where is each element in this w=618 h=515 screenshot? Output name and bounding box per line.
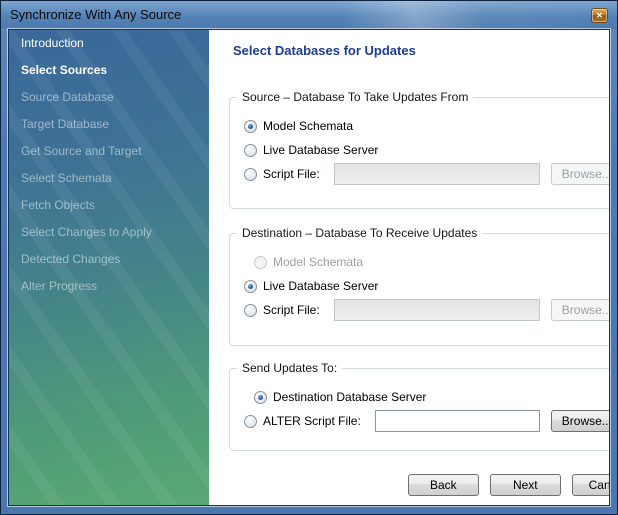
radio-destination-script-file[interactable] (244, 304, 257, 317)
option-row: ALTER Script File: Browse... (230, 409, 610, 433)
radio-source-live-database-server[interactable] (244, 144, 257, 157)
radio-label-live-database-server: Live Database Server (263, 279, 378, 293)
group-source: Source – Database To Take Updates From M… (229, 97, 610, 209)
radio-source-model-schemata[interactable] (244, 120, 257, 133)
group-send-updates-title: Send Updates To: (237, 361, 342, 375)
radio-label-alter-script-file: ALTER Script File: (263, 414, 361, 428)
group-destination: Destination – Database To Receive Update… (229, 233, 610, 346)
step-select-schemata: Select Schemata (9, 165, 209, 192)
radio-destination-model-schemata (254, 256, 267, 269)
option-row: Script File: Browse... (230, 298, 610, 322)
step-detected-changes: Detected Changes (9, 246, 209, 273)
page-title: Select Databases for Updates (233, 43, 610, 58)
destination-script-file-input (334, 299, 540, 321)
step-introduction: Introduction (9, 30, 209, 57)
option-row: Live Database Server (230, 274, 610, 298)
option-row: Model Schemata (230, 114, 610, 138)
alter-script-browse-button[interactable]: Browse... (551, 410, 610, 432)
radio-label-script-file: Script File: (263, 303, 320, 317)
window-title: Synchronize With Any Source (10, 7, 181, 22)
next-button[interactable]: Next (490, 474, 561, 496)
back-button[interactable]: Back (408, 474, 479, 496)
group-source-title: Source – Database To Take Updates From (237, 90, 473, 104)
step-target-database: Target Database (9, 111, 209, 138)
step-select-sources: Select Sources (9, 57, 209, 84)
radio-label-model-schemata: Model Schemata (263, 119, 353, 133)
dialog-window: Synchronize With Any Source ✕ Introducti… (0, 0, 618, 515)
step-get-source-and-target: Get Source and Target (9, 138, 209, 165)
client-area: Introduction Select Sources Source Datab… (8, 29, 610, 506)
radio-label-model-schemata: Model Schemata (273, 255, 363, 269)
title-bar[interactable]: Synchronize With Any Source ✕ (1, 1, 617, 29)
option-row: Script File: Browse... (230, 162, 610, 186)
content-pane: Select Databases for Updates Source – Da… (209, 30, 610, 505)
cancel-button[interactable]: Cancel (572, 474, 610, 496)
step-alter-progress: Alter Progress (9, 273, 209, 300)
radio-send-alter-script-file[interactable] (244, 415, 257, 428)
group-destination-title: Destination – Database To Receive Update… (237, 226, 482, 240)
radio-source-script-file[interactable] (244, 168, 257, 181)
alter-script-file-input[interactable] (375, 410, 540, 432)
radio-send-destination-database-server[interactable] (254, 391, 267, 404)
close-icon: ✕ (596, 11, 603, 20)
radio-label-live-database-server: Live Database Server (263, 143, 378, 157)
radio-label-script-file: Script File: (263, 167, 320, 181)
step-fetch-objects: Fetch Objects (9, 192, 209, 219)
option-row: Destination Database Server (230, 385, 610, 409)
source-script-file-input (334, 163, 540, 185)
step-source-database: Source Database (9, 84, 209, 111)
option-row: Live Database Server (230, 138, 610, 162)
option-row: Model Schemata (230, 250, 610, 274)
footer-button-bar: Back Next Cancel (229, 474, 610, 496)
wizard-steps-sidebar: Introduction Select Sources Source Datab… (9, 30, 209, 505)
close-button[interactable]: ✕ (591, 8, 608, 23)
step-select-changes-to-apply: Select Changes to Apply (9, 219, 209, 246)
radio-label-destination-database-server: Destination Database Server (273, 390, 426, 404)
destination-browse-button: Browse... (551, 299, 610, 321)
source-browse-button: Browse... (551, 163, 610, 185)
group-send-updates: Send Updates To: Destination Database Se… (229, 368, 610, 451)
radio-destination-live-database-server[interactable] (244, 280, 257, 293)
